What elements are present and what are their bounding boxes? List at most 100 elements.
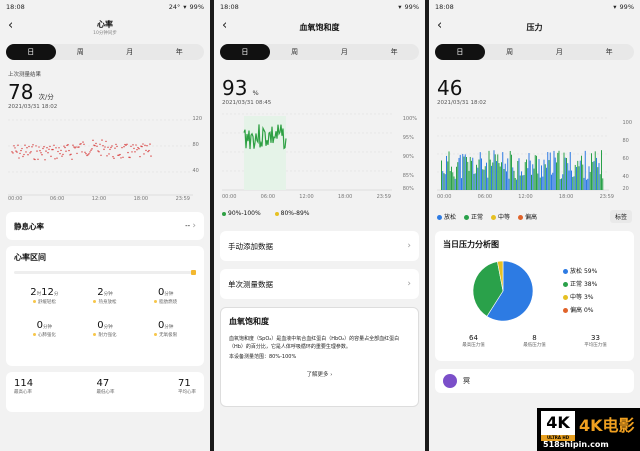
legend-name: 偏高 bbox=[570, 307, 583, 314]
manual-add-row[interactable]: 手动添加数据 › bbox=[220, 231, 419, 261]
tab-year[interactable]: 年 bbox=[369, 44, 419, 60]
hr-point bbox=[150, 155, 152, 157]
stress-bar bbox=[457, 162, 459, 190]
stat-avg: 33 平均压力值 bbox=[584, 334, 607, 348]
stress-bar bbox=[458, 157, 460, 190]
back-icon[interactable]: ‹ bbox=[8, 18, 13, 33]
hr-point bbox=[136, 148, 138, 151]
stress-bar bbox=[469, 156, 471, 190]
status-time: 18:08 bbox=[220, 3, 239, 11]
hr-point bbox=[89, 151, 91, 153]
tab-week[interactable]: 周 bbox=[270, 44, 320, 60]
hr-point bbox=[12, 152, 14, 154]
hr-point bbox=[87, 154, 89, 156]
stress-bar bbox=[598, 163, 600, 190]
meditation-card[interactable]: 冥 bbox=[435, 369, 634, 393]
zone-mins-unit: 分 bbox=[53, 292, 59, 297]
tab-year[interactable]: 年 bbox=[584, 44, 634, 60]
y-tick: 85% bbox=[402, 173, 414, 179]
stress-bar bbox=[549, 152, 551, 190]
back-icon[interactable]: ‹ bbox=[222, 18, 227, 33]
hr-point bbox=[23, 153, 25, 156]
stress-bar bbox=[483, 169, 485, 190]
hr-point bbox=[115, 143, 117, 146]
x-tick: 23:59 bbox=[376, 194, 391, 200]
stress-bar bbox=[496, 161, 497, 190]
back-icon[interactable]: ‹ bbox=[437, 18, 442, 33]
period-tabs: 日 周 月 年 bbox=[435, 44, 634, 60]
tab-day[interactable]: 日 bbox=[220, 44, 270, 60]
hr-point bbox=[61, 155, 63, 157]
pie-legend-item: 中等 3% bbox=[563, 291, 597, 304]
legend-item: 正常 bbox=[464, 212, 483, 221]
resting-hr-row[interactable]: 静息心率 -- › bbox=[6, 212, 204, 240]
y-tick: 40 bbox=[622, 174, 629, 180]
tag-button[interactable]: 标签 bbox=[609, 210, 632, 223]
stress-bar bbox=[462, 154, 464, 190]
hr-point bbox=[58, 147, 60, 149]
hr-point bbox=[53, 144, 55, 146]
stress-bar bbox=[514, 178, 516, 190]
stat-label: 最低心率 bbox=[96, 390, 115, 395]
spo2-info-card: 血氧饱和度 血氧饱和度（SpO₂）是血液中氧合血红蛋白（HbO₂）的容量占全部血… bbox=[220, 307, 419, 407]
hr-point bbox=[119, 153, 121, 156]
page-title: 压力 bbox=[526, 22, 543, 32]
hr-point bbox=[19, 152, 21, 155]
resting-hr-label: 静息心率 bbox=[14, 221, 44, 231]
stress-pie-chart bbox=[472, 260, 534, 322]
stress-bar bbox=[504, 163, 506, 190]
stress-bar bbox=[489, 159, 491, 190]
y-tick: 20 bbox=[622, 186, 629, 192]
learn-more-link[interactable]: 了解更多 › bbox=[229, 370, 410, 378]
hr-point bbox=[38, 146, 40, 148]
legend-dot bbox=[563, 295, 568, 300]
stress-chart-svg bbox=[437, 117, 609, 191]
hr-point bbox=[141, 145, 143, 148]
stress-bar bbox=[567, 163, 569, 190]
hr-point bbox=[121, 146, 123, 149]
hr-point bbox=[100, 154, 102, 157]
hr-point bbox=[36, 150, 38, 152]
stress-bar bbox=[561, 178, 562, 190]
stress-bar bbox=[573, 176, 575, 190]
legend-label: 90%-100% bbox=[228, 210, 261, 217]
tab-month[interactable]: 月 bbox=[105, 44, 155, 60]
status-bar: 18:08 ▾ 99% bbox=[429, 0, 640, 14]
legend-label: 80%-89% bbox=[280, 210, 310, 217]
legend-dot bbox=[563, 282, 568, 287]
tab-week[interactable]: 周 bbox=[56, 44, 106, 60]
heart-value: 78 bbox=[8, 80, 34, 104]
stress-bar bbox=[558, 150, 560, 190]
hr-point bbox=[24, 144, 26, 146]
stress-y-axis: 100 80 60 40 20 bbox=[622, 114, 632, 192]
stress-bar bbox=[509, 150, 511, 190]
stress-bar bbox=[601, 150, 602, 190]
tab-year[interactable]: 年 bbox=[155, 44, 205, 60]
legend-label: 正常 bbox=[471, 214, 484, 221]
page-header: ‹ 血氧饱和度 bbox=[214, 14, 425, 40]
tab-month[interactable]: 月 bbox=[320, 44, 370, 60]
hr-point bbox=[80, 143, 82, 145]
hr-point bbox=[104, 146, 106, 148]
hr-point bbox=[45, 150, 47, 152]
tab-week[interactable]: 周 bbox=[485, 44, 535, 60]
zone-dot bbox=[32, 300, 36, 303]
stress-bar bbox=[581, 155, 582, 190]
stress-bar bbox=[547, 152, 549, 190]
hr-point bbox=[147, 150, 149, 153]
stress-bar bbox=[452, 172, 454, 190]
hr-point bbox=[139, 155, 141, 158]
single-measure-row[interactable]: 单次测量数据 › bbox=[220, 269, 419, 299]
battery-text: 99% bbox=[189, 3, 204, 11]
hr-point bbox=[137, 146, 139, 149]
stress-bar bbox=[467, 161, 469, 190]
hr-point bbox=[84, 151, 86, 153]
hr-point bbox=[142, 143, 144, 145]
stress-bar bbox=[446, 155, 447, 190]
hr-point bbox=[103, 148, 105, 151]
tab-day[interactable]: 日 bbox=[435, 44, 485, 60]
hr-point bbox=[98, 151, 100, 153]
tab-month[interactable]: 月 bbox=[535, 44, 585, 60]
tab-day[interactable]: 日 bbox=[6, 44, 56, 60]
status-time: 18:08 bbox=[435, 3, 454, 11]
